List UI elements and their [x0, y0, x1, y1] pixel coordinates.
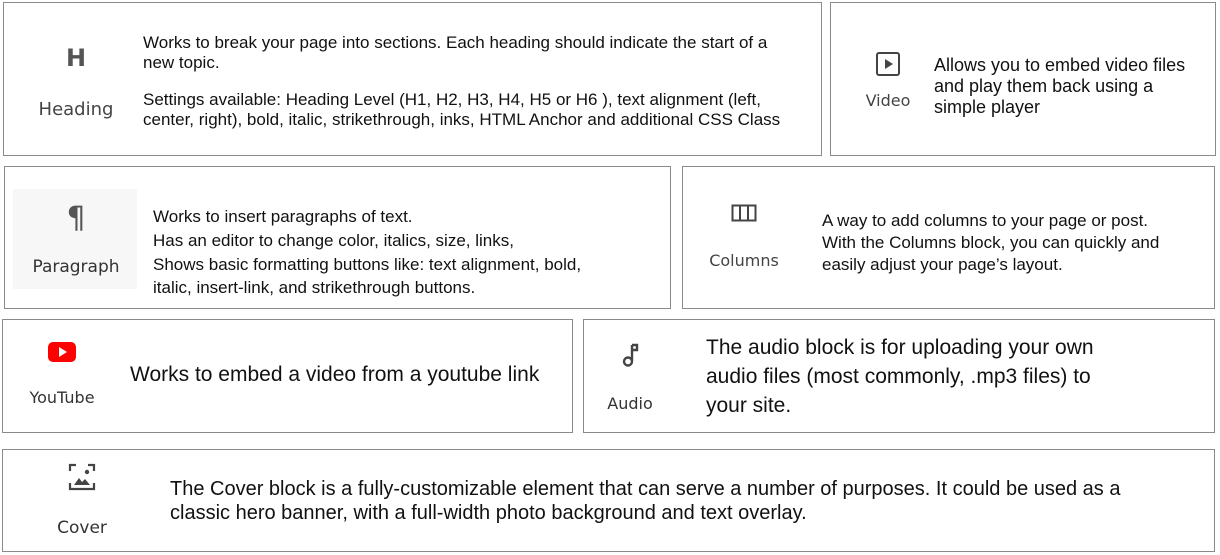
audio-block-icon-box[interactable]: Audio — [602, 342, 658, 413]
youtube-icon — [48, 342, 76, 362]
video-block-card: Video Allows you to embed video files an… — [830, 2, 1216, 156]
cover-block-label: Cover — [57, 518, 107, 538]
audio-block-label: Audio — [607, 394, 653, 413]
video-desc-line: and play them back using a — [934, 76, 1154, 97]
video-block-icon-box[interactable]: Video — [859, 51, 917, 110]
heading-desc-line: Works to break your page into sections. … — [143, 33, 768, 52]
youtube-block-description: Works to embed a video from a youtube li… — [130, 362, 539, 387]
cover-desc-line: classic hero banner, with a full-width p… — [170, 502, 807, 524]
video-icon — [876, 52, 900, 76]
columns-block-label: Columns — [709, 251, 779, 270]
paragraph-desc-line: Shows basic formatting buttons like: tex… — [153, 254, 582, 274]
paragraph-block-label: Paragraph — [32, 257, 120, 277]
columns-desc-line: easily adjust your page’s layout. — [822, 255, 1063, 275]
music-note-icon — [622, 343, 639, 367]
heading-block-icon-box[interactable]: H Heading — [34, 41, 118, 120]
audio-block-description: The audio block is for uploading your ow… — [706, 334, 1094, 421]
pilcrow-icon: ¶ — [66, 201, 86, 236]
paragraph-desc-line: italic, insert-link, and strikethrough b… — [153, 278, 476, 298]
video-block-label: Video — [865, 91, 911, 110]
paragraph-block-card: ¶ Paragraph Works to insert paragraphs o… — [4, 166, 671, 309]
columns-desc-line: A way to add columns to your page or pos… — [822, 211, 1149, 230]
cover-block-card: Cover The Cover block is a fully-customi… — [2, 449, 1215, 552]
youtube-block-card: YouTube Works to embed a video from a yo… — [2, 319, 573, 433]
audio-desc-line: your site. — [706, 393, 792, 417]
youtube-block-label: YouTube — [29, 388, 95, 407]
video-desc-line: simple player — [934, 97, 1041, 118]
paragraph-desc-line: Has an editor to change color, italics, … — [153, 230, 514, 250]
columns-block-icon-box[interactable]: Columns — [705, 203, 783, 270]
heading-block-card: H Heading Works to break your page into … — [3, 2, 822, 156]
heading-desc-line: center, right), bold, italic, strikethro… — [143, 110, 781, 130]
heading-desc-line: new topic. — [143, 53, 220, 73]
heading-desc-line: Settings available: Heading Level (H1, H… — [143, 89, 761, 109]
youtube-block-icon-box[interactable]: YouTube — [23, 342, 101, 407]
paragraph-block-description: Works to insert paragraphs of text. Has … — [153, 205, 581, 300]
heading-block-description: Works to break your page into sections. … — [143, 33, 780, 131]
video-desc-line: Allows you to embed video files — [934, 55, 1186, 75]
paragraph-desc-line: Works to insert paragraphs of text. — [153, 207, 413, 226]
audio-desc-line: audio files (most commonly, .mp3 files) … — [706, 364, 1091, 388]
cover-image-icon — [68, 463, 96, 491]
heading-icon: H — [65, 44, 87, 72]
paragraph-block-icon-box[interactable]: ¶ Paragraph — [21, 199, 131, 277]
cover-desc-line: The Cover block is a fully-customizable … — [170, 478, 1121, 500]
video-block-description: Allows you to embed video files and play… — [934, 55, 1185, 119]
columns-desc-line: With the Columns block, you can quickly … — [822, 233, 1160, 253]
cover-block-icon-box[interactable]: Cover — [49, 462, 115, 538]
columns-block-description: A way to add columns to your page or pos… — [822, 210, 1159, 276]
heading-block-label: Heading — [38, 99, 114, 120]
audio-desc-line: The audio block is for uploading your ow… — [706, 336, 1094, 359]
youtube-desc-line: Works to embed a video from a youtube li… — [130, 363, 540, 386]
columns-icon — [731, 204, 757, 222]
columns-block-card: Columns A way to add columns to your pag… — [682, 166, 1215, 309]
cover-block-description: The Cover block is a fully-customizable … — [170, 477, 1121, 525]
audio-block-card: Audio The audio block is for uploading y… — [583, 319, 1215, 433]
